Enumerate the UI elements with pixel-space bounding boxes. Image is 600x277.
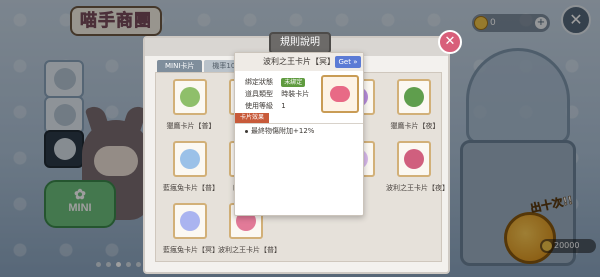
card-item[interactable]: 藍瘋兔卡片【冥】 xyxy=(162,201,220,263)
card-item[interactable]: 藍瘋兔卡片【普】 xyxy=(162,139,220,201)
card-name: 波利之王卡片【夜】 xyxy=(386,184,449,192)
info-value: 1 xyxy=(281,102,286,110)
card-detail-popup: 波利之王卡片【冥】 Get » 綁定狀態 未綁定 道具類型 時裝卡片 使用等級 … xyxy=(234,52,364,216)
card-portrait xyxy=(321,75,359,113)
info-value: 時裝卡片 xyxy=(281,90,310,98)
card-name: 獵鷹卡片【普】 xyxy=(166,122,216,130)
info-row-level: 使用等級 1 xyxy=(245,101,286,111)
info-key: 使用等級 xyxy=(245,102,273,110)
tab-mini-cards[interactable]: MINI卡片 xyxy=(157,60,203,72)
card-effect-label: 卡片效果 xyxy=(235,113,270,123)
get-button[interactable]: Get » xyxy=(335,56,361,68)
rules-close-button[interactable]: ✕ xyxy=(438,30,462,54)
effect-description: 最終物傷附加+12% xyxy=(251,127,315,135)
card-effect-text: 最終物傷附加+12% xyxy=(245,126,314,136)
effect-divider xyxy=(235,123,363,124)
card-item[interactable]: 波利之王卡片【夜】 xyxy=(386,139,449,201)
card-item[interactable]: 獵鷹卡片【普】 xyxy=(162,77,220,139)
card-art xyxy=(173,203,207,239)
card-item[interactable]: 獵鷹卡片【夜】 xyxy=(386,77,444,139)
card-art xyxy=(397,79,431,115)
card-name: 波利之王卡片【普】 xyxy=(218,246,281,254)
info-row-item-type: 道具類型 時裝卡片 xyxy=(245,89,309,99)
card-art xyxy=(397,141,431,177)
card-art xyxy=(173,141,207,177)
bullet-icon xyxy=(245,129,248,133)
card-name: 藍瘋兔卡片【普】 xyxy=(163,184,219,192)
info-key: 綁定狀態 xyxy=(245,78,273,86)
rules-title: 規則說明 xyxy=(269,32,331,54)
card-art xyxy=(173,79,207,115)
unbound-badge: 未綁定 xyxy=(281,78,306,87)
card-name: 獵鷹卡片【夜】 xyxy=(390,122,440,130)
info-row-bind-status: 綁定狀態 未綁定 xyxy=(245,77,306,87)
info-key: 道具類型 xyxy=(245,90,273,98)
card-name: 藍瘋兔卡片【冥】 xyxy=(163,246,219,254)
